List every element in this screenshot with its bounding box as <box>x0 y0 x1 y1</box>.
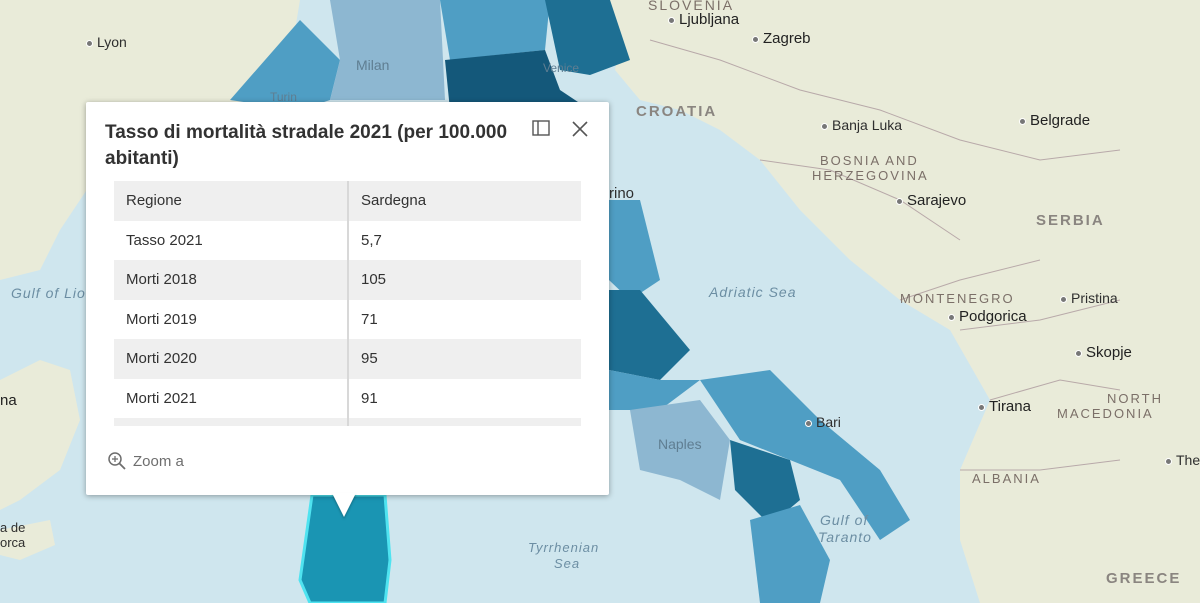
label-taranto: Taranto <box>818 529 872 545</box>
table-row: Regione Sardegna <box>114 181 581 221</box>
label-podgorica: Podgorica <box>948 308 1027 325</box>
label-bari: Bari <box>805 414 841 430</box>
table-row: Morti 2019 71 <box>114 299 581 339</box>
label-albania: ALBANIA <box>972 471 1041 486</box>
label-montenegro: MONTENEGRO <box>900 291 1015 306</box>
table-row: Morti 2021 91 <box>114 378 581 418</box>
label-belgrade: Belgrade <box>1019 112 1090 129</box>
field-value: 91 <box>348 378 581 418</box>
label-naples: Naples <box>658 436 702 452</box>
field-name <box>114 418 349 426</box>
label-text: The <box>1176 452 1200 468</box>
attribute-table[interactable]: Regione Sardegna Tasso 2021 5,7 Morti 2018… <box>114 181 581 426</box>
field-name: Morti 2020 <box>114 339 349 379</box>
popup-pointer <box>332 493 356 517</box>
label-adriatic-sea: Adriatic Sea <box>709 284 797 300</box>
table-row: Morti 2018 105 <box>114 260 581 300</box>
label-text: Ljubljana <box>679 11 740 28</box>
label-gulf-of: Gulf of <box>820 512 869 528</box>
label-text: Podgorica <box>959 308 1027 325</box>
label-text: Skopje <box>1086 344 1132 361</box>
label-banja-luka: Banja Luka <box>821 117 902 133</box>
table-row: Tasso 2021 5,7 <box>114 220 581 260</box>
label-ljubljana: Ljubljana <box>668 11 739 28</box>
label-sea: Sea <box>554 556 581 571</box>
label-torino-fragment: rino <box>609 185 635 202</box>
label-text: Pristina <box>1071 290 1118 306</box>
field-value: 95 <box>348 339 581 379</box>
label-greece: GREECE <box>1106 570 1182 587</box>
label-croatia: CROATIA <box>636 103 718 120</box>
field-value: Sardegna <box>348 181 581 221</box>
label-text: Zagreb <box>763 30 811 47</box>
label-macedonia: MACEDONIA <box>1057 406 1154 421</box>
label-venice: Venice <box>543 61 580 75</box>
label-milan: Milan <box>356 57 390 73</box>
label-bosnia: BOSNIA AND <box>820 153 919 168</box>
label-pristina: Pristina <box>1060 290 1118 306</box>
label-text: Lyon <box>97 34 127 50</box>
label-text: Banja Luka <box>832 117 903 133</box>
field-value: 71 <box>348 299 581 339</box>
popup-title: Tasso di mortalità stradale 2021 (per 10… <box>105 122 508 169</box>
label-thessaloniki-fragment: The <box>1165 452 1200 468</box>
label-tyrrhenian: Tyrrhenian <box>528 540 600 555</box>
field-name: Morti 2021 <box>114 378 349 418</box>
label-north: NORTH <box>1107 391 1163 406</box>
field-value: 105 <box>348 260 581 300</box>
label-text: Bari <box>816 414 841 430</box>
label-skopje: Skopje <box>1075 344 1132 361</box>
feature-popup: Tasso di mortalità stradale 2021 (per 10… <box>86 102 609 495</box>
zoom-to-button[interactable]: Zoom a <box>107 451 184 471</box>
label-palma-fragment-2: orca <box>0 535 26 550</box>
field-name: Morti 2019 <box>114 299 349 339</box>
label-zagreb: Zagreb <box>752 30 811 47</box>
field-name: Morti 2018 <box>114 260 349 300</box>
field-value <box>348 418 581 426</box>
label-sarajevo: Sarajevo <box>896 192 966 209</box>
label-palma-fragment-1: a de <box>0 520 26 535</box>
table-row <box>114 418 581 426</box>
label-text: Sarajevo <box>907 192 967 209</box>
zoom-label: Zoom a <box>133 452 184 470</box>
zoom-in-icon <box>108 452 126 470</box>
region-lombardia <box>330 0 445 100</box>
field-name: Regione <box>114 181 349 221</box>
label-spain-fragment: na <box>0 392 17 409</box>
field-value: 5,7 <box>348 220 581 260</box>
label-gulf-of-lion: Gulf of Lio <box>11 285 86 301</box>
dock-icon[interactable] <box>532 120 550 136</box>
label-text: Belgrade <box>1030 112 1091 129</box>
label-text: Tirana <box>989 398 1031 415</box>
table-row: Morti 2020 95 <box>114 339 581 379</box>
close-icon[interactable] <box>570 119 590 139</box>
label-herzegovina: HERZEGOVINA <box>812 168 929 183</box>
field-name: Tasso 2021 <box>114 220 349 260</box>
region-trentino <box>440 0 550 60</box>
label-tirana: Tirana <box>978 398 1031 415</box>
label-serbia: SERBIA <box>1036 212 1105 229</box>
label-lyon: Lyon <box>86 34 127 50</box>
